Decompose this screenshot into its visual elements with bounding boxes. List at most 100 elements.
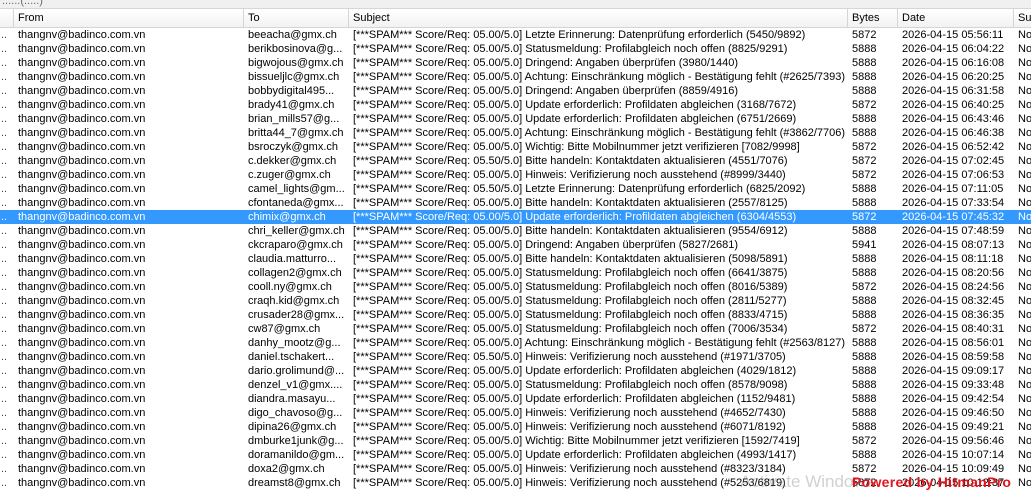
cell-from: thangnv@badinco.com.vn <box>18 351 146 363</box>
header-from[interactable]: From <box>14 9 244 27</box>
table-row[interactable]: .. thangnv@badinco.com.vn dmburke1junk@g..… <box>0 434 1031 448</box>
header-su[interactable]: Su <box>1014 9 1031 27</box>
cell-su: No <box>1018 183 1031 195</box>
cell-from: thangnv@badinco.com.vn <box>18 323 146 335</box>
table-row[interactable]: .. thangnv@badinco.com.vn bobbydigital495.… <box>0 84 1031 98</box>
cell-su: No <box>1018 225 1031 237</box>
cell-to: brady41@gmx.ch <box>248 99 335 111</box>
cell-subject: [***SPAM*** Score/Req: 05.00/5.0] Hinwei… <box>353 477 786 489</box>
cell-date: 2026-04-15 09:33:48 <box>902 379 1005 391</box>
row-marker: .. <box>1 323 8 335</box>
cell-bytes: 5888 <box>852 309 877 321</box>
cell-from: thangnv@badinco.com.vn <box>18 281 146 293</box>
cell-to: dmburke1junk@g... <box>248 435 344 447</box>
table-row[interactable]: .. thangnv@badinco.com.vn dario.grolimund@… <box>0 364 1031 378</box>
cell-date: 2026-04-15 09:56:46 <box>902 435 1005 447</box>
cell-su: No <box>1018 169 1031 181</box>
header-subject[interactable]: Subject <box>349 9 848 27</box>
table-row[interactable]: .. thangnv@badinco.com.vn crusader28@gmx..… <box>0 308 1031 322</box>
table-row[interactable]: .. thangnv@badinco.com.vn beeacha@gmx.ch [*… <box>0 28 1031 42</box>
cell-su: No <box>1018 281 1031 293</box>
cell-bytes: 5872 <box>852 99 877 111</box>
row-marker: .. <box>1 295 8 307</box>
row-marker: .. <box>1 113 8 125</box>
cell-bytes: 5888 <box>852 379 877 391</box>
cell-su: No <box>1018 267 1031 279</box>
cell-su: No <box>1018 351 1031 363</box>
cell-from: thangnv@badinco.com.vn <box>18 267 146 279</box>
table-row[interactable]: .. thangnv@badinco.com.vn chri_keller@gmx.… <box>0 224 1031 238</box>
table-row[interactable]: .. thangnv@badinco.com.vn britta44_7@gmx.c… <box>0 126 1031 140</box>
table-row[interactable]: .. thangnv@badinco.com.vn digo_chavoso@g..… <box>0 406 1031 420</box>
cell-bytes: 5872 <box>852 169 877 181</box>
header-bytes[interactable]: Bytes <box>848 9 898 27</box>
table-row[interactable]: .. thangnv@badinco.com.vn cw87@gmx.ch [***S… <box>0 322 1031 336</box>
cell-to: danhy_mootz@g... <box>248 337 341 349</box>
row-marker: .. <box>1 155 8 167</box>
table-row[interactable]: .. thangnv@badinco.com.vn dipina26@gmx.ch [… <box>0 420 1031 434</box>
cell-to: bissueljlc@gmx.ch <box>248 71 340 83</box>
cell-subject: [***SPAM*** Score/Req: 05.00/5.0] Status… <box>353 281 788 293</box>
cell-from: thangnv@badinco.com.vn <box>18 43 146 55</box>
cell-date: 2026-04-15 08:07:13 <box>902 239 1005 251</box>
table-row[interactable]: .. thangnv@badinco.com.vn cfontaneda@gmx..… <box>0 196 1031 210</box>
cell-to: doramanildo@gm... <box>248 449 345 461</box>
cell-subject: [***SPAM*** Score/Req: 05.00/5.0] Wichti… <box>353 141 800 153</box>
cell-date: 2026-04-15 07:06:53 <box>902 169 1005 181</box>
cell-subject: [***SPAM*** Score/Req: 05.50/5.0] Letzte… <box>353 183 806 195</box>
table-row[interactable]: .. thangnv@badinco.com.vn daniel.tschakert… <box>0 350 1031 364</box>
cell-from: thangnv@badinco.com.vn <box>18 337 146 349</box>
cell-bytes: 5872 <box>852 281 877 293</box>
header-date[interactable]: Date <box>898 9 1014 27</box>
cell-subject: [***SPAM*** Score/Req: 05.00/5.0] Bitte … <box>353 197 788 209</box>
cell-subject: [***SPAM*** Score/Req: 05.00/5.0] Status… <box>353 295 787 307</box>
table-row[interactable]: .. thangnv@badinco.com.vn ckcraparo@gmx.ch… <box>0 238 1031 252</box>
table-row[interactable]: .. thangnv@badinco.com.vn brian_mills57@g.… <box>0 112 1031 126</box>
table-row[interactable]: .. thangnv@badinco.com.vn brady41@gmx.ch [*… <box>0 98 1031 112</box>
cell-su: No <box>1018 113 1031 125</box>
cell-subject: [***SPAM*** Score/Req: 05.00/5.0] Hinwei… <box>353 421 786 433</box>
cell-su: No <box>1018 393 1031 405</box>
table-row[interactable]: .. thangnv@badinco.com.vn bigwojous@gmx.ch… <box>0 56 1031 70</box>
table-row[interactable]: .. thangnv@badinco.com.vn diandra.masayu..… <box>0 392 1031 406</box>
cell-date: 2026-04-15 05:56:11 <box>902 29 1004 41</box>
row-marker: .. <box>1 463 8 475</box>
cell-bytes: 5872 <box>852 211 877 223</box>
table-row[interactable]: .. thangnv@badinco.com.vn denzel_v1@gmx...… <box>0 378 1031 392</box>
message-list: .. thangnv@badinco.com.vn beeacha@gmx.ch [*… <box>0 28 1031 490</box>
cell-su: No <box>1018 449 1031 461</box>
cell-from: thangnv@badinco.com.vn <box>18 239 146 251</box>
cell-to: claudia.matturro... <box>248 253 337 265</box>
header-to[interactable]: To <box>244 9 349 27</box>
table-row[interactable]: .. thangnv@badinco.com.vn cooll.ny@gmx.ch [… <box>0 280 1031 294</box>
table-row[interactable]: .. thangnv@badinco.com.vn c.zuger@gmx.ch [*… <box>0 168 1031 182</box>
cell-su: No <box>1018 253 1031 265</box>
cell-date: 2026-04-15 07:45:32 <box>902 211 1005 223</box>
cell-subject: [***SPAM*** Score/Req: 05.00/5.0] Update… <box>353 113 797 125</box>
cell-bytes: 5888 <box>852 197 877 209</box>
cell-subject: [***SPAM*** Score/Req: 05.00/5.0] Achtun… <box>353 127 846 139</box>
table-row[interactable]: .. thangnv@badinco.com.vn bsroczyk@gmx.ch [… <box>0 140 1031 154</box>
table-row[interactable]: .. thangnv@badinco.com.vn camel_lights@gm.… <box>0 182 1031 196</box>
cell-su: No <box>1018 477 1031 489</box>
table-row[interactable]: .. thangnv@badinco.com.vn danhy_mootz@g...… <box>0 336 1031 350</box>
cell-from: thangnv@badinco.com.vn <box>18 57 146 69</box>
cell-subject: [***SPAM*** Score/Req: 05.00/5.0] Update… <box>353 449 797 461</box>
cell-from: thangnv@badinco.com.vn <box>18 99 146 111</box>
table-row[interactable]: .. thangnv@badinco.com.vn collagen2@gmx.ch… <box>0 266 1031 280</box>
cell-from: thangnv@badinco.com.vn <box>18 393 146 405</box>
cell-su: No <box>1018 407 1031 419</box>
cell-date: 2026-04-15 09:42:54 <box>902 393 1005 405</box>
table-row[interactable]: .. thangnv@badinco.com.vn c.dekker@gmx.ch [… <box>0 154 1031 168</box>
cell-subject: [***SPAM*** Score/Req: 05.00/5.0] Hinwei… <box>353 407 786 419</box>
cell-to: collagen2@gmx.ch <box>248 267 342 279</box>
table-row-selected[interactable]: .. thangnv@badinco.com.vn chimix@gmx.ch [**… <box>0 210 1031 224</box>
table-row[interactable]: .. thangnv@badinco.com.vn bissueljlc@gmx.c… <box>0 70 1031 84</box>
table-row[interactable]: .. thangnv@badinco.com.vn doramanildo@gm..… <box>0 448 1031 462</box>
cell-date: 2026-04-15 07:33:54 <box>902 197 1005 209</box>
table-row[interactable]: .. thangnv@badinco.com.vn berikbosinova@g.… <box>0 42 1031 56</box>
table-row[interactable]: .. thangnv@badinco.com.vn craqh.kid@gmx.ch… <box>0 294 1031 308</box>
table-row[interactable]: .. thangnv@badinco.com.vn claudia.matturro… <box>0 252 1031 266</box>
row-marker: .. <box>1 253 8 265</box>
row-marker: .. <box>1 57 8 69</box>
